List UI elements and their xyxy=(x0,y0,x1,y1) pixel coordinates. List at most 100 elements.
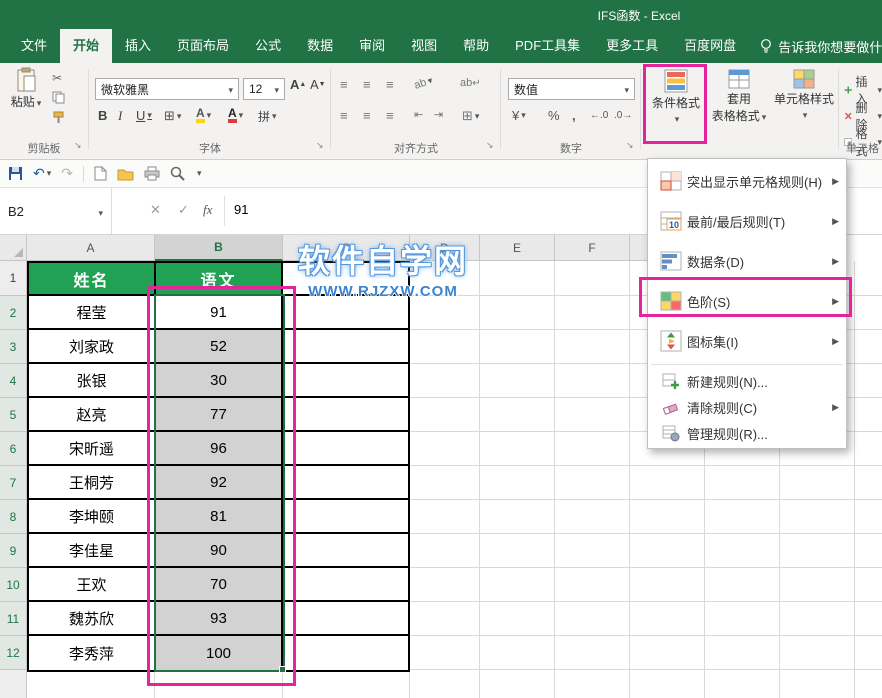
column-header-b[interactable]: B xyxy=(155,235,283,261)
row-header-1[interactable]: 1 xyxy=(0,261,27,296)
undo-button[interactable]: ↶ xyxy=(33,165,51,182)
cell-a1[interactable]: 姓名 xyxy=(29,263,156,296)
cancel-button[interactable]: ✕ xyxy=(150,202,161,218)
cell-a5[interactable]: 赵亮 xyxy=(29,398,156,432)
save-button[interactable] xyxy=(8,166,23,181)
column-header-c[interactable]: C xyxy=(283,235,410,261)
row-header-partial[interactable] xyxy=(0,670,27,698)
decrease-indent-button[interactable]: ⇤ xyxy=(414,108,423,121)
row-header-4[interactable]: 4 xyxy=(0,364,27,398)
alignment-dialog-launcher-icon[interactable] xyxy=(486,140,498,152)
row-header-2[interactable]: 2 xyxy=(0,296,27,330)
align-left-button[interactable]: ≡ xyxy=(340,108,348,123)
align-right-button[interactable]: ≡ xyxy=(386,108,394,123)
select-all-corner[interactable] xyxy=(0,235,27,261)
row-header-9[interactable]: 9 xyxy=(0,534,27,568)
column-header-d[interactable]: D xyxy=(410,235,480,261)
underline-button[interactable]: U xyxy=(136,108,152,123)
center-button[interactable]: ≡ xyxy=(363,108,371,123)
cell-c9[interactable] xyxy=(283,534,408,568)
font-size-combo[interactable]: 12 xyxy=(243,78,285,100)
tab-page-layout[interactable]: 页面布局 xyxy=(164,29,242,63)
formula-content[interactable]: 91 xyxy=(234,202,248,217)
cell-a4[interactable]: 张银 xyxy=(29,364,156,398)
copy-button[interactable] xyxy=(52,91,65,104)
tab-review[interactable]: 审阅 xyxy=(346,29,398,63)
accounting-format-button[interactable]: ¥ xyxy=(512,108,526,123)
font-name-combo[interactable]: 微软雅黑 xyxy=(95,78,239,100)
comma-style-button[interactable]: , xyxy=(572,108,576,123)
number-format-dropdown-icon[interactable] xyxy=(622,82,629,96)
open-button[interactable] xyxy=(117,167,134,181)
row-header-8[interactable]: 8 xyxy=(0,500,27,534)
tab-insert[interactable]: 插入 xyxy=(112,29,164,63)
cell-a11[interactable]: 魏苏欣 xyxy=(29,602,156,636)
cell-c6[interactable] xyxy=(283,432,408,466)
menu-item-highlight-cells-rules[interactable]: 突出显示单元格规则(H) ▶ xyxy=(648,161,846,201)
cell-c5[interactable] xyxy=(283,398,408,432)
cell-c7[interactable] xyxy=(283,466,408,500)
cell-a12[interactable]: 李秀萍 xyxy=(29,636,156,670)
format-painter-button[interactable] xyxy=(52,111,65,124)
menu-item-icon-sets[interactable]: 图标集(I) ▶ xyxy=(648,321,846,361)
column-header-e[interactable]: E xyxy=(480,235,555,261)
phonetic-guide-button[interactable]: 拼 xyxy=(258,108,277,125)
fill-color-button[interactable]: A xyxy=(196,108,211,123)
cell-c2[interactable] xyxy=(283,296,408,330)
middle-align-button[interactable]: ≡ xyxy=(363,77,371,92)
orientation-button[interactable]: ab xyxy=(413,74,435,92)
paste-button[interactable]: 粘贴 xyxy=(5,67,47,139)
new-workbook-button[interactable] xyxy=(94,166,107,181)
cell-a10[interactable]: 王欢 xyxy=(29,568,156,602)
clipboard-dialog-launcher-icon[interactable] xyxy=(74,140,86,152)
font-name-dropdown-icon[interactable] xyxy=(226,82,233,96)
tab-data[interactable]: 数据 xyxy=(294,29,346,63)
menu-item-data-bars[interactable]: 数据条(D) ▶ xyxy=(648,241,846,281)
row-header-6[interactable]: 6 xyxy=(0,432,27,466)
font-dialog-launcher-icon[interactable] xyxy=(316,140,328,152)
customize-quick-access-button[interactable] xyxy=(195,168,202,179)
column-header-a[interactable]: A xyxy=(27,235,155,261)
tab-home[interactable]: 开始 xyxy=(60,29,112,63)
bottom-align-button[interactable]: ≡ xyxy=(386,77,394,92)
row-header-7[interactable]: 7 xyxy=(0,466,27,500)
menu-item-manage-rules[interactable]: 管理规则(R)... xyxy=(648,420,846,446)
enter-button[interactable]: ✓ xyxy=(178,202,189,218)
grow-font-button[interactable]: A▲ xyxy=(290,77,306,92)
italic-button[interactable]: I xyxy=(118,108,122,124)
number-dialog-launcher-icon[interactable] xyxy=(626,140,638,152)
bold-button[interactable]: B xyxy=(98,108,107,123)
redo-button[interactable]: ↷ xyxy=(61,165,73,182)
cut-button[interactable]: ✂ xyxy=(52,71,62,85)
increase-decimal-button[interactable]: ←.0 xyxy=(590,110,608,121)
tab-more-tools[interactable]: 更多工具 xyxy=(593,29,671,63)
menu-item-new-rule[interactable]: 新建规则(N)... xyxy=(648,368,846,394)
cell-c4[interactable] xyxy=(283,364,408,398)
number-format-combo[interactable]: 数值 xyxy=(508,78,635,100)
cell-a9[interactable]: 李佳星 xyxy=(29,534,156,568)
tab-view[interactable]: 视图 xyxy=(398,29,450,63)
tell-me-box[interactable]: 告诉我你想要做什么 xyxy=(759,29,882,63)
tab-file[interactable]: 文件 xyxy=(8,29,60,63)
tab-baidu-netdisk[interactable]: 百度网盘 xyxy=(671,29,749,63)
tab-help[interactable]: 帮助 xyxy=(450,29,502,63)
cell-a3[interactable]: 刘家政 xyxy=(29,330,156,364)
cell-c8[interactable] xyxy=(283,500,408,534)
tab-formulas[interactable]: 公式 xyxy=(242,29,294,63)
font-color-button[interactable]: A xyxy=(228,108,243,123)
cell-a8[interactable]: 李坤颐 xyxy=(29,500,156,534)
borders-button[interactable]: ⊞ xyxy=(164,108,181,124)
percent-style-button[interactable]: % xyxy=(548,108,560,123)
insert-function-button[interactable]: fx xyxy=(203,202,212,218)
cell-c12[interactable] xyxy=(283,636,408,670)
print-preview-button[interactable] xyxy=(170,166,185,181)
name-box-dropdown-icon[interactable] xyxy=(96,204,103,219)
wrap-text-button[interactable]: ab↵ xyxy=(460,77,481,89)
row-header-10[interactable]: 10 xyxy=(0,568,27,602)
menu-item-top-bottom-rules[interactable]: 10 最前/最后规则(T) ▶ xyxy=(648,201,846,241)
quick-print-button[interactable] xyxy=(144,166,160,181)
row-header-12[interactable]: 12 xyxy=(0,636,27,670)
font-size-dropdown-icon[interactable] xyxy=(272,82,279,96)
row-header-3[interactable]: 3 xyxy=(0,330,27,364)
column-header-f[interactable]: F xyxy=(555,235,630,261)
